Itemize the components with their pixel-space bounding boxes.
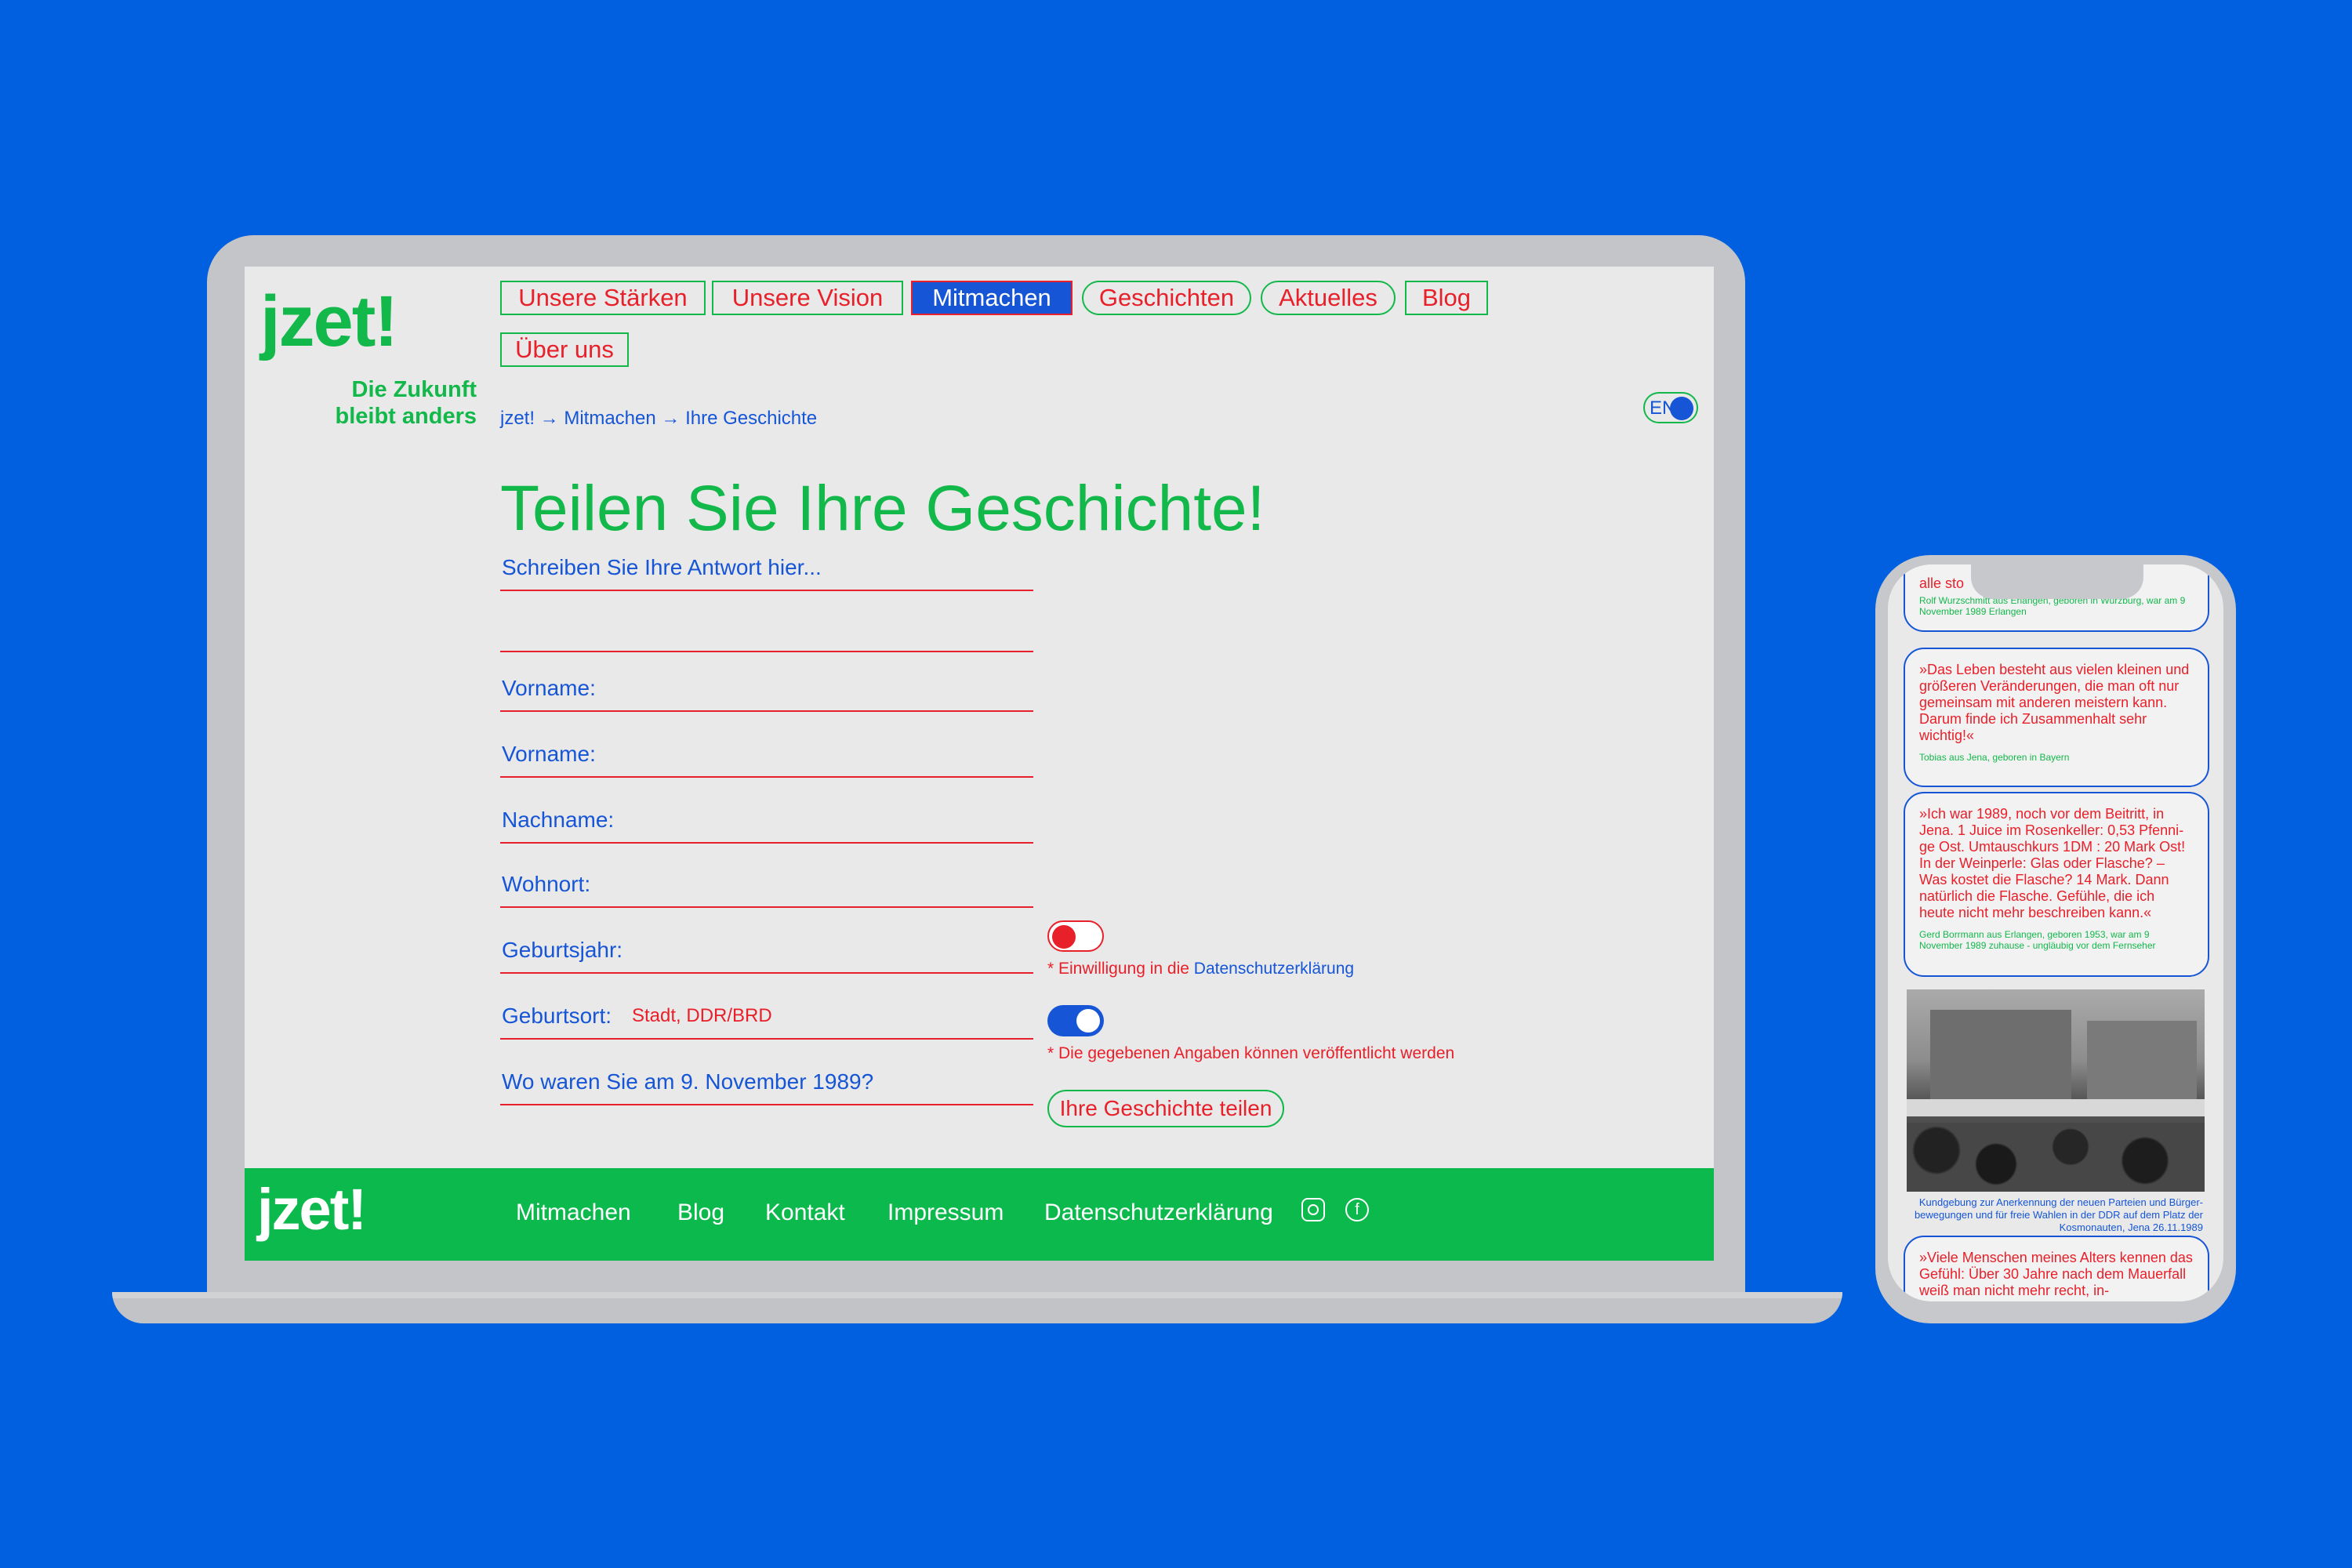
footer-link-blog[interactable]: Blog xyxy=(677,1200,724,1226)
residence-field[interactable]: Wohnort: xyxy=(500,844,1033,908)
birth-year-label: Geburtsjahr: xyxy=(502,938,623,962)
first-name-label: Vorname: xyxy=(502,676,596,700)
story-quote-1: »Das Leben besteht aus vielen kleinen un… xyxy=(1919,662,2190,743)
birth-year-field[interactable]: Geburtsjahr: xyxy=(500,908,1033,974)
nav-unsere-vision[interactable]: Unsere Vision xyxy=(712,281,903,315)
nav-ueber-uns[interactable]: Über uns xyxy=(500,332,629,367)
photo-caption: Kundgebung zur Anerkennung der neuen Par… xyxy=(1914,1196,2203,1233)
story-author-2: Gerd Borrmann aus Erlangen, geboren 1953… xyxy=(1919,929,2156,951)
site-logo[interactable]: jzet! xyxy=(260,281,398,363)
nav-aktuelles[interactable]: Aktuelles xyxy=(1261,281,1396,315)
nov-1989-field[interactable]: Wo waren Sie am 9. November 1989? xyxy=(500,1040,1033,1105)
photo-building-right xyxy=(2087,1021,2197,1099)
breadcrumb[interactable]: jzet! → Mitmachen → Ihre Geschichte xyxy=(500,408,817,430)
publish-note: * Die gegebenen Angaben können veröffent… xyxy=(1047,1044,1455,1062)
footer-link-kontakt[interactable]: Kontakt xyxy=(765,1200,845,1226)
laptop-base xyxy=(112,1292,1842,1323)
consent-note-text: * Einwilligung in die xyxy=(1047,960,1194,978)
publish-toggle-knob xyxy=(1076,1009,1100,1033)
first-name-field-2[interactable]: Vorname: xyxy=(500,712,1033,778)
story-answer-placeholder: Schreiben Sie Ihre Antwort hier... xyxy=(502,555,822,579)
phone-notch xyxy=(1971,564,2143,599)
submit-story-button[interactable]: Ihre Geschichte teilen xyxy=(1047,1090,1284,1127)
story-quote-2: »Ich war 1989, noch vor dem Beitritt, in… xyxy=(1919,806,2186,920)
nov-1989-label: Wo waren Sie am 9. November 1989? xyxy=(502,1069,874,1094)
story-card-2[interactable]: »Ich war 1989, noch vor dem Beitritt, in… xyxy=(1904,792,2209,977)
story-author-1: Tobias aus Jena, geboren in Bayern xyxy=(1919,752,2070,763)
first-name-field[interactable]: Vorname: xyxy=(500,652,1033,712)
laptop-screen: jzet! Die Zukunft bleibt anders Unsere S… xyxy=(245,267,1714,1261)
consent-toggle-knob xyxy=(1052,925,1076,949)
footer-logo[interactable]: jzet! xyxy=(257,1176,367,1243)
last-name-field[interactable]: Nachname: xyxy=(500,778,1033,844)
consent-note: * Einwilligung in die Datenschutzerkläru… xyxy=(1047,960,1354,978)
photo-crowd xyxy=(1907,1123,2205,1192)
photo-banner xyxy=(1907,1099,2205,1116)
birthplace-label: Geburtsort: xyxy=(502,1004,612,1028)
birthplace-field[interactable]: Geburtsort: Stadt, DDR/BRD xyxy=(500,974,1033,1040)
story-answer-field[interactable]: Schreiben Sie Ihre Antwort hier... xyxy=(500,550,1033,591)
story-quote-3: »Viele Menschen meines Alters kennen das… xyxy=(1919,1250,2193,1298)
footer-link-datenschutz[interactable]: Datenschutzerklärung xyxy=(1044,1200,1273,1226)
language-toggle-knob xyxy=(1670,397,1693,420)
nav-blog[interactable]: Blog xyxy=(1405,281,1488,315)
story-card-3[interactable]: »Viele Menschen meines Alters kennen das… xyxy=(1904,1236,2209,1301)
story-card-1[interactable]: »Das Leben besteht aus vielen kleinen un… xyxy=(1904,648,2209,787)
phone-screen: alle sto Rolf Wurzschmitt aus Erlangen, … xyxy=(1888,564,2223,1301)
consent-toggle[interactable] xyxy=(1047,920,1104,952)
facebook-icon[interactable]: f xyxy=(1345,1198,1369,1221)
first-name-label-2: Vorname: xyxy=(502,742,596,766)
photo-building-left xyxy=(1930,1010,2071,1104)
nav-mitmachen[interactable]: Mitmachen xyxy=(911,281,1073,315)
last-name-label: Nachname: xyxy=(502,808,615,832)
tagline-line-2: bleibt anders xyxy=(335,404,477,429)
site-footer: jzet! Mitmachen Blog Kontakt Impressum D… xyxy=(245,1168,1714,1261)
publish-toggle[interactable] xyxy=(1047,1005,1104,1036)
privacy-link[interactable]: Datenschutzerklärung xyxy=(1194,960,1354,978)
language-toggle[interactable]: EN xyxy=(1643,392,1698,423)
demonstration-photo[interactable] xyxy=(1907,989,2205,1192)
instagram-icon[interactable] xyxy=(1301,1198,1325,1221)
site-tagline: Die Zukunft bleibt anders xyxy=(304,376,477,430)
residence-label: Wohnort: xyxy=(502,872,591,896)
tagline-line-1: Die Zukunft xyxy=(351,377,477,402)
footer-link-mitmachen[interactable]: Mitmachen xyxy=(516,1200,631,1226)
nav-geschichten[interactable]: Geschichten xyxy=(1082,281,1251,315)
birthplace-hint: Stadt, DDR/BRD xyxy=(632,1005,772,1026)
page-title: Teilen Sie Ihre Geschichte! xyxy=(500,473,1265,544)
footer-link-impressum[interactable]: Impressum xyxy=(887,1200,1004,1226)
story-answer-second-line[interactable] xyxy=(500,591,1033,652)
nav-unsere-staerken[interactable]: Unsere Stärken xyxy=(500,281,706,315)
